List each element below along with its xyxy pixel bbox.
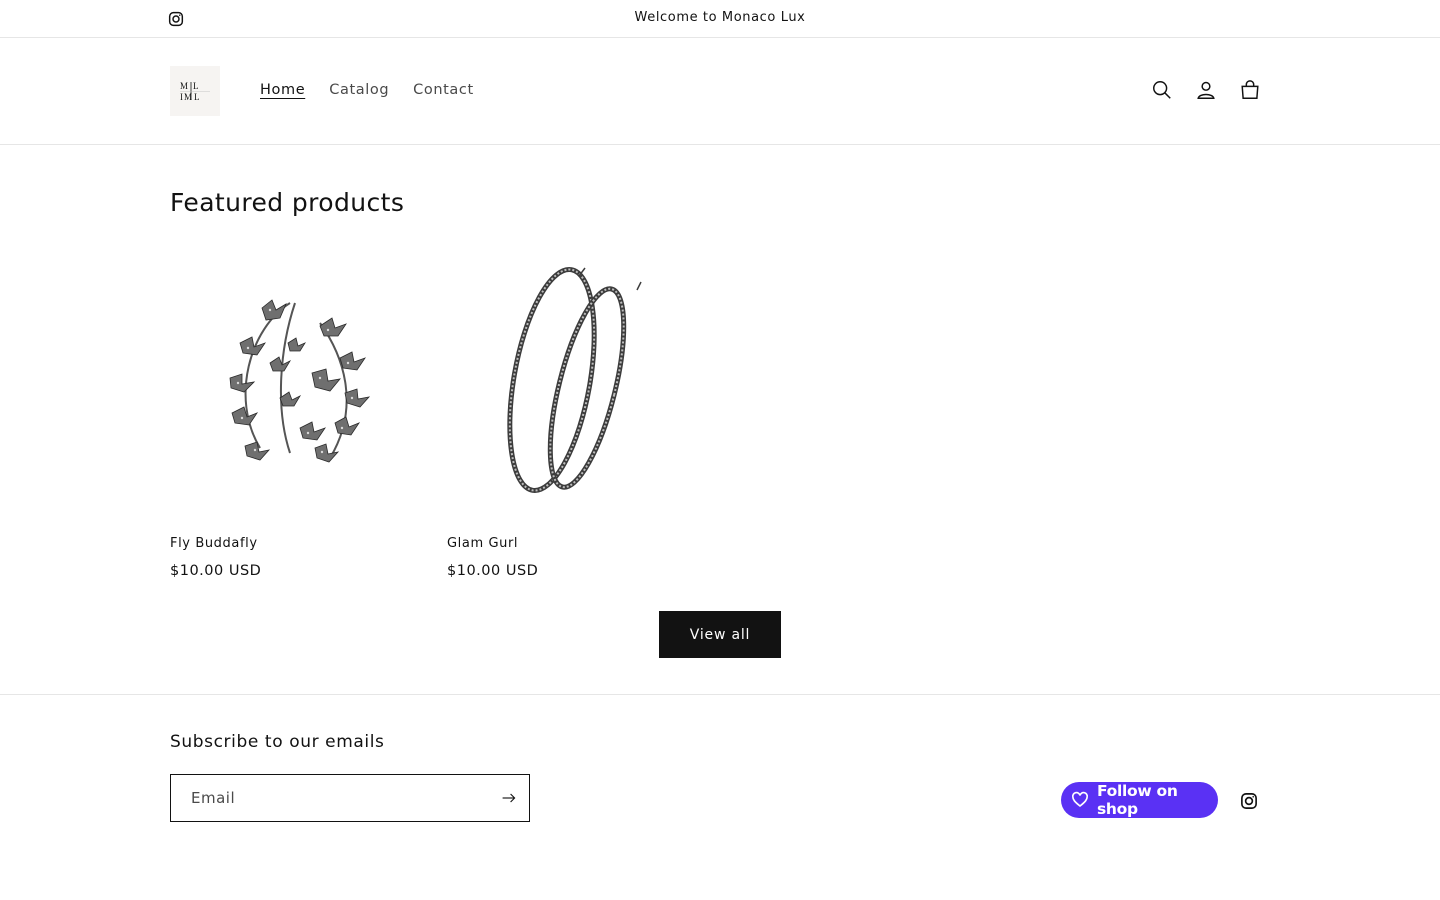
svg-text:M: M <box>184 92 192 102</box>
follow-label: Follow on shop <box>1097 782 1178 818</box>
nav-item-contact[interactable]: Contact <box>413 82 474 98</box>
view-all-button[interactable]: View all <box>659 611 781 658</box>
site-footer: Subscribe to our emails Follow on shop <box>0 694 1440 900</box>
nav-item-catalog[interactable]: Catalog <box>329 82 389 98</box>
section-title: Featured products <box>170 188 405 217</box>
cart-icon[interactable] <box>1238 78 1262 102</box>
header-actions <box>1150 78 1262 102</box>
product-card[interactable]: Glam Gurl $10.00 USD <box>447 248 705 579</box>
announcement-bar: Welcome to Monaco Lux <box>0 0 1440 38</box>
product-card[interactable]: Fly Buddafly $10.00 USD <box>170 248 428 579</box>
product-name[interactable]: Fly Buddafly <box>170 536 428 551</box>
newsletter-form <box>170 774 530 822</box>
announcement-text: Welcome to Monaco Lux <box>634 10 806 25</box>
site-header: M L I M L Home Catalog Contact <box>0 38 1440 145</box>
svg-text:L: L <box>193 81 199 91</box>
follow-on-shop-button[interactable]: Follow on shop <box>1061 782 1218 818</box>
subscribe-title: Subscribe to our emails <box>170 732 385 752</box>
svg-text:L: L <box>194 92 200 102</box>
svg-text:I: I <box>180 92 183 102</box>
arrow-right-icon[interactable] <box>499 788 519 808</box>
butterfly-earrings-image[interactable] <box>170 248 428 506</box>
svg-text:M: M <box>180 81 188 91</box>
main-nav: Home Catalog Contact <box>260 82 474 98</box>
product-name[interactable]: Glam Gurl <box>447 536 705 551</box>
product-price: $10.00 USD <box>447 563 539 579</box>
store-logo[interactable]: M L I M L <box>170 66 220 116</box>
heart-icon <box>1071 791 1089 809</box>
hoop-earrings-image[interactable] <box>447 248 705 506</box>
nav-item-home[interactable]: Home <box>260 82 305 98</box>
product-price: $10.00 USD <box>170 563 262 579</box>
instagram-icon[interactable] <box>1240 792 1258 810</box>
email-field[interactable] <box>171 775 481 821</box>
account-icon[interactable] <box>1194 78 1218 102</box>
search-icon[interactable] <box>1150 78 1174 102</box>
